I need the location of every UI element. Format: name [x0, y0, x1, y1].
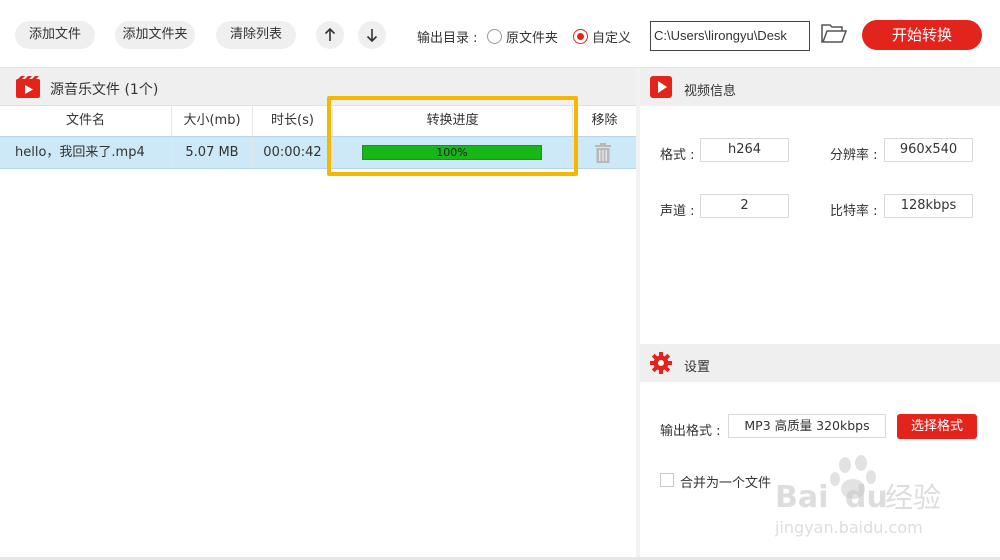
watermark-brand-cn: 经验 [885, 481, 941, 514]
column-remove: 移除 [591, 113, 618, 128]
radio-custom-label: 自定义 [592, 31, 632, 46]
merge-label: 合并为一个文件 [680, 476, 772, 491]
add-folder-button[interactable]: 添加文件夹 [115, 21, 195, 49]
gear-icon [650, 352, 672, 374]
radio-dot [487, 29, 502, 44]
radio-custom-folder[interactable]: 自定义 [573, 27, 631, 46]
file-name: hello，我回来了.mp4 [0, 137, 172, 168]
bitrate-value: 128kbps [884, 194, 973, 218]
arrow-down-icon [366, 29, 378, 42]
bitrate-label: 比特率 : [830, 204, 878, 219]
video-info-title: 视频信息 [684, 84, 737, 99]
column-filename: 文件名 [0, 106, 172, 136]
choose-format-button[interactable]: 选择格式 [897, 414, 977, 439]
resolution-value: 960x540 [884, 138, 973, 162]
output-path-input[interactable]: C:\Users\lirongyu\Desk [650, 21, 810, 51]
folder-open-icon [821, 24, 848, 43]
channels-value: 2 [700, 194, 789, 218]
column-duration: 时长(s) [253, 106, 333, 136]
file-list-title: 源音乐文件 (1个) [50, 82, 159, 98]
output-format-label: 输出格式 : [660, 424, 721, 439]
channels-label: 声道 : [660, 204, 695, 219]
output-dir-label: 输出目录 : [417, 31, 478, 46]
trash-icon[interactable] [593, 143, 613, 163]
arrow-up-icon [324, 28, 336, 41]
output-format-value: MP3 高质量 320kbps [728, 414, 886, 438]
start-convert-button[interactable]: 开始转换 [862, 20, 982, 50]
format-value: h264 [700, 138, 789, 162]
progress-highlight-annotation [327, 96, 578, 176]
radio-original-folder[interactable]: 原文件夹 [487, 27, 558, 46]
column-size: 大小(mb) [172, 106, 253, 136]
settings-title: 设置 [684, 360, 711, 375]
format-label: 格式 : [660, 148, 695, 163]
radio-original-label: 原文件夹 [506, 31, 559, 46]
toolbar: 添加文件 添加文件夹 清除列表 输出目录 : 原文件夹 自定义 C:\Users… [0, 0, 1000, 68]
file-size: 5.07 MB [172, 137, 253, 168]
watermark-brand2: du [845, 480, 888, 515]
move-down-button[interactable] [358, 21, 386, 49]
file-list-panel: 源音乐文件 (1个) 文件名 大小(mb) 时长(s) 转换进度 移除 hell… [0, 68, 636, 560]
video-info-header: 视频信息 [640, 68, 1000, 106]
resolution-label: 分辨率 : [830, 148, 878, 163]
add-file-button[interactable]: 添加文件 [15, 21, 95, 49]
watermark-url: jingyan.baidu.com [775, 518, 923, 537]
settings-header: 设置 [640, 344, 1000, 382]
merge-checkbox[interactable] [660, 473, 674, 487]
video-icon [650, 76, 672, 98]
move-up-button[interactable] [316, 21, 344, 49]
file-duration: 00:00:42 [253, 137, 333, 168]
baidu-watermark: Bai du 经验 jingyan.baidu.com [775, 455, 941, 537]
clear-list-button[interactable]: 清除列表 [216, 21, 296, 49]
radio-dot-selected [573, 29, 588, 44]
watermark-brand: Bai [775, 480, 828, 515]
music-file-icon [16, 76, 40, 98]
browse-folder-button[interactable] [820, 22, 848, 48]
